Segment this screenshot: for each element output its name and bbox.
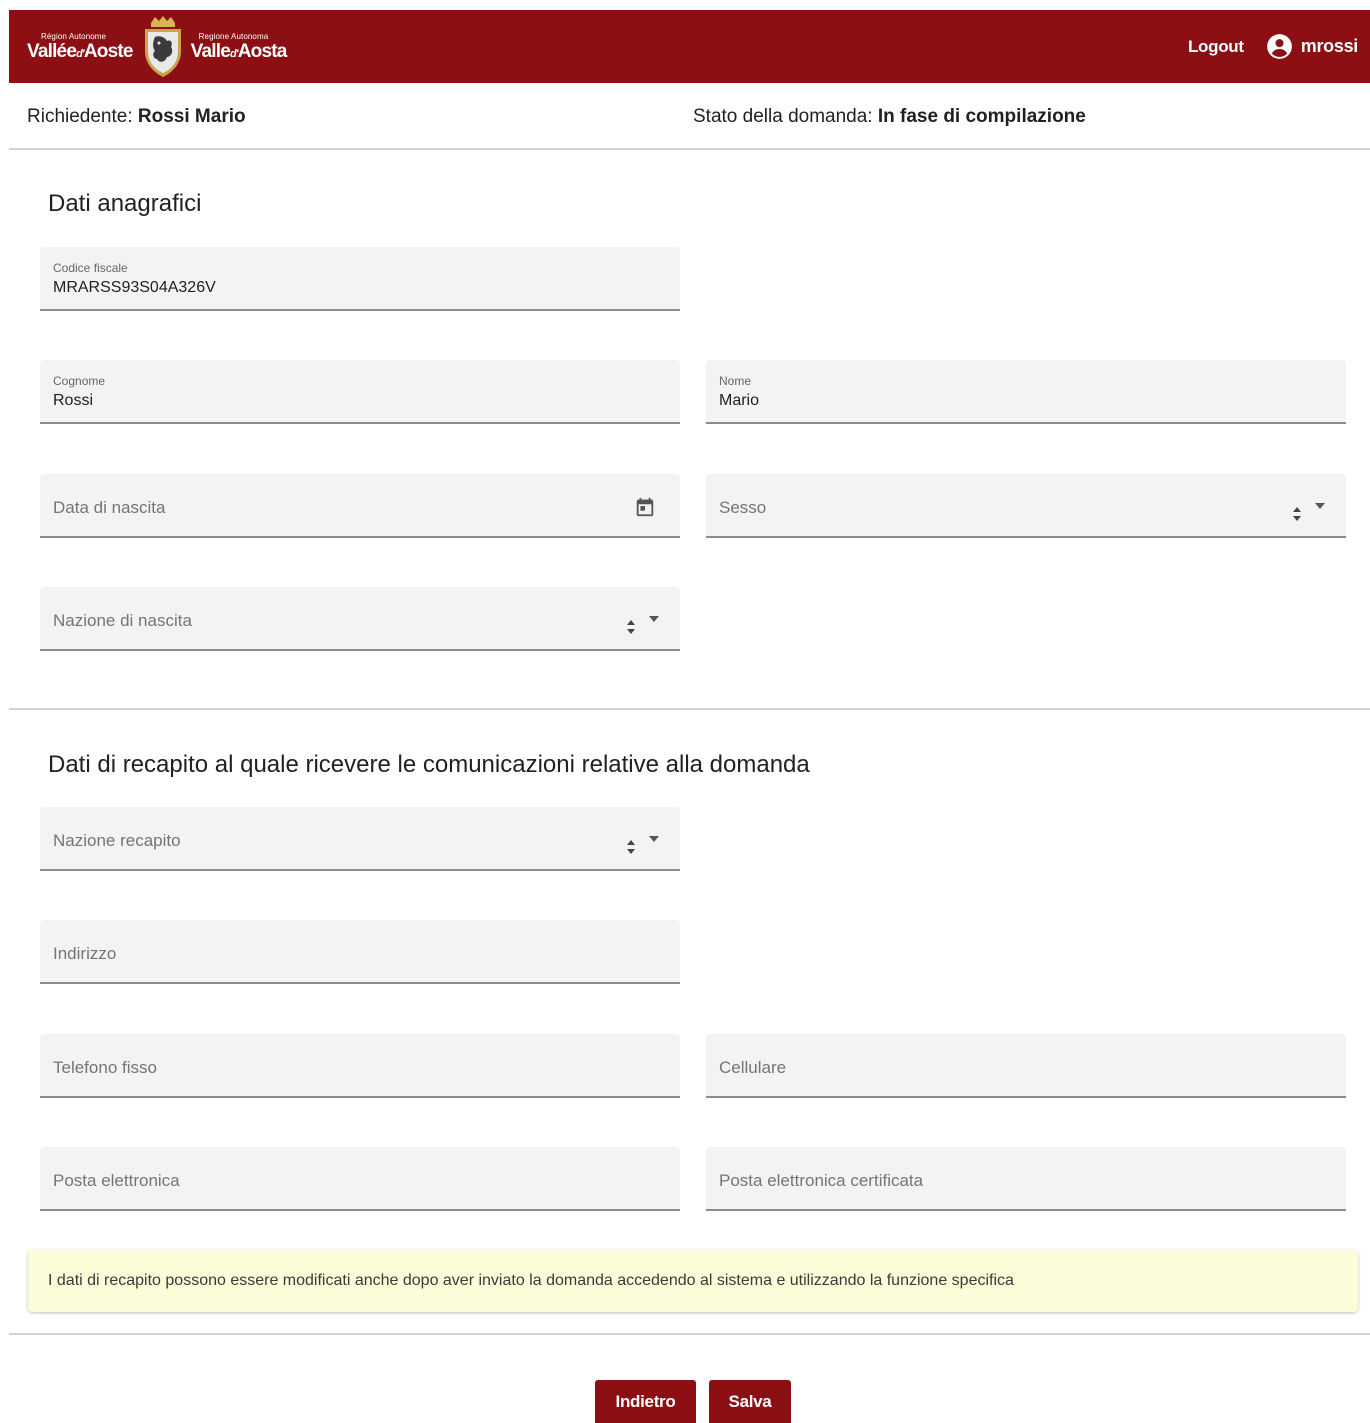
- name-value: Mario: [719, 392, 760, 409]
- app-header: Région Autonome Valléed'Aoste Regione Au…: [9, 10, 1370, 83]
- birth-date-placeholder: Data di nascita: [53, 498, 166, 517]
- logo-big-text-right: Valled'Aosta: [190, 40, 288, 62]
- name-field[interactable]: Nome Mario: [706, 360, 1346, 424]
- birth-date-field[interactable]: Data di nascita: [40, 474, 680, 538]
- birth-country-select[interactable]: Nazione di nascita: [40, 587, 680, 651]
- fiscal-code-label: Codice fiscale: [53, 261, 128, 275]
- pec-placeholder: Posta elettronica certificata: [719, 1171, 924, 1190]
- sort-arrows-icon: [627, 840, 635, 854]
- sex-select[interactable]: Sesso: [706, 474, 1346, 538]
- chevron-down-icon: [649, 616, 659, 622]
- email-placeholder: Posta elettronica: [53, 1171, 180, 1190]
- applicant-value: Rossi Mario: [137, 106, 246, 127]
- mobile-field[interactable]: Cellulare: [706, 1034, 1346, 1098]
- sort-arrows-icon: [1293, 507, 1301, 521]
- personal-data-title: Dati anagrafici: [48, 190, 202, 217]
- email-field[interactable]: Posta elettronica: [40, 1147, 680, 1211]
- section-divider: [9, 1333, 1370, 1335]
- crest-icon: [144, 15, 181, 77]
- applicant-label: Richiedente:: [27, 106, 133, 127]
- contact-country-select[interactable]: Nazione recapito: [40, 807, 680, 871]
- fiscal-code-field[interactable]: Codice fiscale MRARSS93S04A326V: [40, 247, 680, 311]
- application-status: Stato della domanda: In fase di compilaz…: [693, 106, 1086, 128]
- pec-field[interactable]: Posta elettronica certificata: [706, 1147, 1346, 1211]
- account-circle-icon[interactable]: [1266, 33, 1293, 60]
- surname-value: Rossi: [53, 392, 94, 409]
- section-divider: [9, 708, 1370, 710]
- address-field[interactable]: Indirizzo: [40, 920, 680, 984]
- logout-link[interactable]: Logout: [1188, 37, 1244, 57]
- applicant-info: Richiedente: Rossi Mario: [27, 106, 246, 128]
- address-placeholder: Indirizzo: [53, 944, 117, 963]
- contact-data-title: Dati di recapito al quale ricevere le co…: [48, 751, 810, 778]
- logo-text-italian: Regione Autonoma Valled'Aosta: [190, 31, 288, 62]
- landline-placeholder: Telefono fisso: [53, 1058, 157, 1077]
- surname-field[interactable]: Cognome Rossi: [40, 360, 680, 424]
- surname-label: Cognome: [53, 374, 106, 388]
- birth-country-placeholder: Nazione di nascita: [53, 611, 192, 630]
- back-button[interactable]: Indietro: [595, 1380, 696, 1423]
- chevron-down-icon: [1315, 503, 1325, 509]
- chevron-down-icon: [649, 836, 659, 842]
- save-button[interactable]: Salva: [709, 1380, 791, 1423]
- mobile-placeholder: Cellulare: [719, 1058, 787, 1077]
- logo-big-text-left: Valléed'Aoste: [27, 40, 133, 62]
- application-info-bar: Richiedente: Rossi Mario Stato della dom…: [9, 84, 1370, 150]
- logo-small-text-left: Région Autonome: [41, 31, 107, 41]
- contact-country-placeholder: Nazione recapito: [53, 831, 181, 850]
- landline-field[interactable]: Telefono fisso: [40, 1034, 680, 1098]
- sex-placeholder: Sesso: [719, 498, 767, 517]
- logo-text-french: Région Autonome Valléed'Aoste: [27, 31, 133, 62]
- region-logo[interactable]: Région Autonome Valléed'Aoste Regione Au…: [27, 10, 287, 83]
- username[interactable]: mrossi: [1301, 36, 1359, 57]
- status-value: In fase di compilazione: [877, 106, 1086, 127]
- contact-info-notice: I dati di recapito possono essere modifi…: [28, 1250, 1358, 1312]
- status-label: Stato della domanda:: [693, 106, 873, 127]
- calendar-icon[interactable]: [634, 496, 656, 518]
- header-user-area: Logout mrossi: [1188, 10, 1358, 83]
- fiscal-code-value: MRARSS93S04A326V: [53, 279, 216, 296]
- logo-small-text-right: Regione Autonoma: [198, 31, 269, 41]
- sort-arrows-icon: [627, 620, 635, 634]
- name-label: Nome: [719, 374, 752, 388]
